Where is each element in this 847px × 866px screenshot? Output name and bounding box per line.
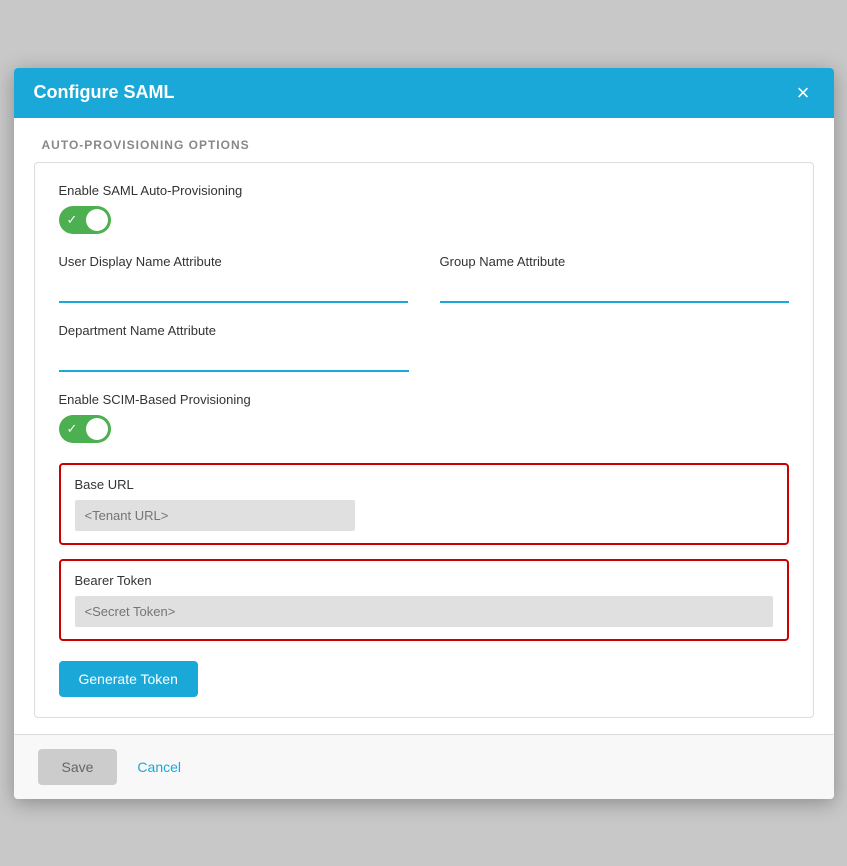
department-name-group: Department Name Attribute xyxy=(59,323,789,372)
modal-header: Configure SAML × xyxy=(14,68,834,118)
modal-footer: Save Cancel xyxy=(14,734,834,799)
base-url-outlined-box: Base URL xyxy=(59,463,789,545)
bearer-token-outlined-box: Bearer Token xyxy=(59,559,789,641)
enable-scim-toggle-wrapper: ✓ xyxy=(59,415,789,443)
cancel-button[interactable]: Cancel xyxy=(137,759,181,775)
modal-close-button[interactable]: × xyxy=(793,82,814,104)
toggle-slider xyxy=(59,206,111,234)
user-display-name-label: User Display Name Attribute xyxy=(59,254,408,269)
enable-saml-toggle-wrapper: ✓ xyxy=(59,206,789,234)
save-button[interactable]: Save xyxy=(38,749,118,785)
group-name-input[interactable] xyxy=(440,277,789,303)
enable-saml-label: Enable SAML Auto-Provisioning xyxy=(59,183,789,198)
bearer-token-label: Bearer Token xyxy=(75,573,773,588)
generate-token-button[interactable]: Generate Token xyxy=(59,661,198,697)
modal-title: Configure SAML xyxy=(34,82,175,103)
enable-scim-toggle[interactable]: ✓ xyxy=(59,415,111,443)
scim-toggle-slider xyxy=(59,415,111,443)
user-display-name-input[interactable] xyxy=(59,277,408,303)
bearer-token-input[interactable] xyxy=(75,596,773,627)
base-url-label: Base URL xyxy=(75,477,773,492)
user-display-name-group: User Display Name Attribute xyxy=(59,254,408,303)
enable-saml-toggle[interactable]: ✓ xyxy=(59,206,111,234)
department-name-input[interactable] xyxy=(59,346,409,372)
auto-provisioning-card: Enable SAML Auto-Provisioning ✓ User Dis… xyxy=(34,162,814,718)
base-url-input[interactable] xyxy=(75,500,355,531)
attribute-row-1: User Display Name Attribute Group Name A… xyxy=(59,254,789,323)
auto-provisioning-section-title: AUTO-PROVISIONING OPTIONS xyxy=(14,118,834,162)
group-name-group: Group Name Attribute xyxy=(440,254,789,303)
configure-saml-modal: Configure SAML × AUTO-PROVISIONING OPTIO… xyxy=(14,68,834,799)
enable-scim-label: Enable SCIM-Based Provisioning xyxy=(59,392,789,407)
group-name-label: Group Name Attribute xyxy=(440,254,789,269)
modal-body: AUTO-PROVISIONING OPTIONS Enable SAML Au… xyxy=(14,118,834,734)
department-name-label: Department Name Attribute xyxy=(59,323,789,338)
